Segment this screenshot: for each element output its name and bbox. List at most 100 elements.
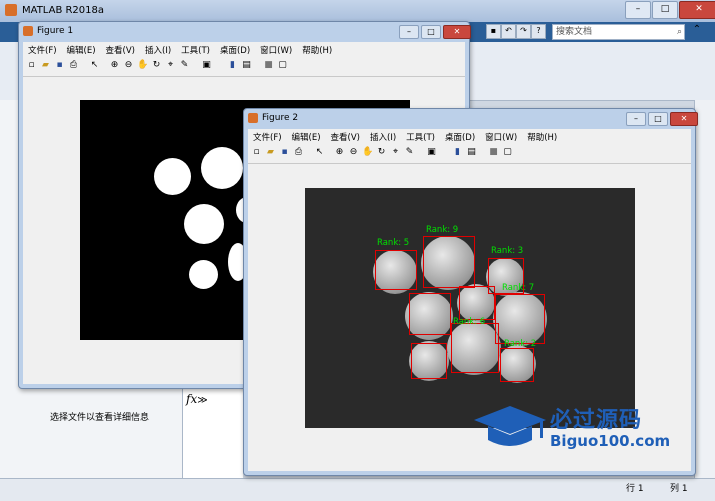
rank-box	[500, 348, 534, 382]
zoom-in-icon[interactable]: ⊕	[109, 60, 120, 71]
figure2-close-button[interactable]: ✕	[670, 112, 698, 126]
open-file-icon[interactable]: ▰	[40, 60, 51, 71]
menu-tools[interactable]: 工具(T)	[176, 42, 215, 57]
menu-file[interactable]: 文件(F)	[248, 129, 287, 144]
details-text: 选择文件以查看详细信息	[50, 413, 150, 423]
print-icon[interactable]: ⎙	[68, 60, 79, 71]
data-cursor-icon[interactable]: ⌖	[390, 147, 401, 158]
new-figure-icon[interactable]: ▫	[26, 60, 37, 71]
ribbon-collapse-icon[interactable]: ⌃	[690, 24, 704, 38]
coin-blob	[189, 260, 218, 289]
menu-view[interactable]: 查看(V)	[326, 129, 365, 144]
pan-icon[interactable]: ✋	[362, 147, 373, 158]
edit-plot-icon[interactable]: ↖	[314, 147, 325, 158]
menu-desktop[interactable]: 桌面(D)	[215, 42, 255, 57]
new-figure-icon[interactable]: ▫	[251, 147, 262, 158]
main-title-bar: MATLAB R2018a – □ ✕	[0, 0, 715, 22]
rank-label: Rank: 6	[453, 317, 486, 327]
print-icon[interactable]: ⎙	[293, 147, 304, 158]
search-icon[interactable]: ⌕	[677, 25, 682, 39]
rank-box	[411, 343, 447, 379]
save-icon[interactable]: ▪	[486, 24, 501, 39]
brush-icon[interactable]: ✎	[404, 147, 415, 158]
zoom-out-icon[interactable]: ⊖	[348, 147, 359, 158]
figure1-title: Figure 1	[37, 26, 74, 36]
zoom-in-icon[interactable]: ⊕	[334, 147, 345, 158]
fx-arrows: ≫	[197, 395, 208, 406]
brush-icon[interactable]: ✎	[179, 60, 190, 71]
pan-icon[interactable]: ✋	[137, 60, 148, 71]
search-placeholder: 搜索文档	[556, 27, 593, 37]
hide-plot-tools-icon[interactable]: ■	[263, 60, 274, 71]
menu-desktop[interactable]: 桌面(D)	[440, 129, 480, 144]
figure-icon	[23, 26, 33, 36]
figure1-maximize-button[interactable]: □	[421, 25, 441, 39]
watermark-url: Biguo100.com	[550, 432, 671, 450]
menu-help[interactable]: 帮助(H)	[297, 42, 337, 57]
undo-icon[interactable]: ↶	[501, 24, 516, 39]
help-icon[interactable]: ?	[531, 24, 546, 39]
rank-box	[459, 286, 495, 320]
figure2-title: Figure 2	[262, 113, 299, 123]
figure2-minimize-button[interactable]: –	[626, 112, 646, 126]
rank-label: Rank: 7	[502, 283, 535, 293]
menu-window[interactable]: 窗口(W)	[255, 42, 297, 57]
hide-plot-tools-icon[interactable]: ■	[488, 147, 499, 158]
app-title: MATLAB R2018a	[22, 5, 105, 16]
data-cursor-icon[interactable]: ⌖	[165, 60, 176, 71]
figure2-toolbar: ▫ ▰ ▪ ⎙ ↖ ⊕ ⊖ ✋ ↻ ⌖ ✎ ▣ ▮ ▤ ■ ▢	[248, 144, 691, 164]
search-input[interactable]: 搜索文档 ⌕	[552, 24, 685, 40]
open-file-icon[interactable]: ▰	[265, 147, 276, 158]
figure1-toolbar: ▫ ▰ ▪ ⎙ ↖ ⊕ ⊖ ✋ ↻ ⌖ ✎ ▣ ▮ ▤ ■ ▢	[23, 57, 465, 77]
figure1-menubar: 文件(F) 编辑(E) 查看(V) 插入(I) 工具(T) 桌面(D) 窗口(W…	[23, 42, 465, 57]
rank-box	[451, 323, 499, 373]
menu-tools[interactable]: 工具(T)	[401, 129, 440, 144]
figure1-minimize-button[interactable]: –	[399, 25, 419, 39]
rank-box	[409, 293, 451, 335]
workspace-panel	[694, 100, 715, 478]
redo-icon[interactable]: ↷	[516, 24, 531, 39]
zoom-out-icon[interactable]: ⊖	[123, 60, 134, 71]
figure-icon	[248, 113, 258, 123]
status-col: 列 1	[670, 484, 688, 494]
menu-insert[interactable]: 插入(I)	[365, 129, 401, 144]
coins-image: Rank: 5 Rank: 9 Rank: 3 Rank: 7 Rank: 6 …	[305, 188, 635, 428]
coin-blob	[201, 147, 243, 189]
legend-icon[interactable]: ▤	[466, 147, 477, 158]
edit-plot-icon[interactable]: ↖	[89, 60, 100, 71]
link-plot-icon[interactable]: ▣	[201, 60, 212, 71]
rank-label: Rank: 2	[504, 339, 537, 349]
legend-icon[interactable]: ▤	[241, 60, 252, 71]
menu-view[interactable]: 查看(V)	[101, 42, 140, 57]
minimize-button[interactable]: –	[625, 1, 651, 19]
colorbar-icon[interactable]: ▮	[452, 147, 463, 158]
menu-insert[interactable]: 插入(I)	[140, 42, 176, 57]
menu-edit[interactable]: 编辑(E)	[287, 129, 326, 144]
show-plot-tools-icon[interactable]: ▢	[277, 60, 288, 71]
figure1-close-button[interactable]: ✕	[443, 25, 471, 39]
fx-icon: fx≫	[186, 392, 208, 406]
rotate-icon[interactable]: ↻	[151, 60, 162, 71]
rotate-icon[interactable]: ↻	[376, 147, 387, 158]
rank-box	[375, 250, 417, 290]
menu-window[interactable]: 窗口(W)	[480, 129, 522, 144]
status-row: 行 1	[626, 484, 644, 494]
save-icon[interactable]: ▪	[279, 147, 290, 158]
coin-blob	[184, 204, 224, 244]
save-icon[interactable]: ▪	[54, 60, 65, 71]
link-plot-icon[interactable]: ▣	[426, 147, 437, 158]
figure2-menubar: 文件(F) 编辑(E) 查看(V) 插入(I) 工具(T) 桌面(D) 窗口(W…	[248, 129, 691, 144]
graduation-cap-icon	[474, 406, 546, 446]
colorbar-icon[interactable]: ▮	[227, 60, 238, 71]
close-button[interactable]: ✕	[679, 1, 715, 19]
matlab-logo-icon	[5, 4, 17, 16]
menu-help[interactable]: 帮助(H)	[522, 129, 562, 144]
show-plot-tools-icon[interactable]: ▢	[502, 147, 513, 158]
status-bar	[0, 478, 715, 501]
rank-box	[495, 294, 545, 344]
menu-edit[interactable]: 编辑(E)	[62, 42, 101, 57]
figure2-maximize-button[interactable]: □	[648, 112, 668, 126]
rank-label: Rank: 9	[426, 225, 459, 235]
maximize-button[interactable]: □	[652, 1, 678, 19]
menu-file[interactable]: 文件(F)	[23, 42, 62, 57]
